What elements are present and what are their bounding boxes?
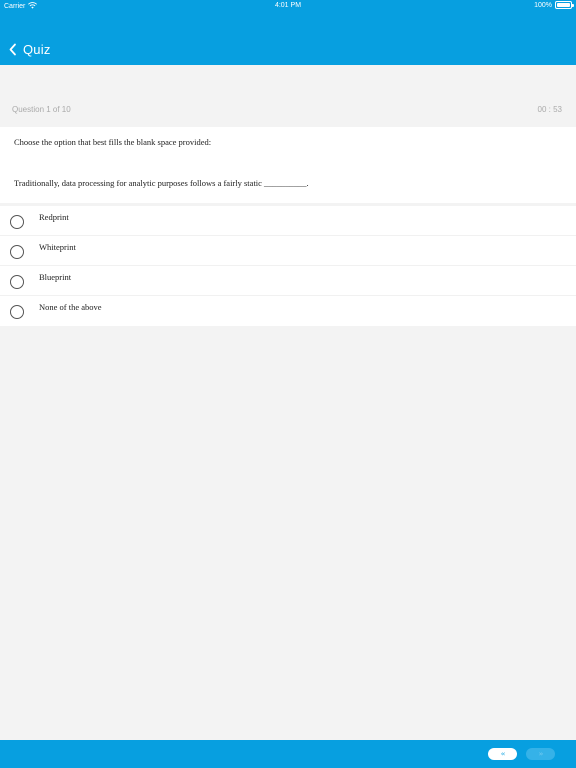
question-text: Traditionally, data processing for analy…	[14, 178, 309, 188]
answer-option[interactable]: Blueprint	[0, 266, 576, 296]
next-question-button[interactable]: ››	[526, 748, 555, 760]
answer-option[interactable]: None of the above	[0, 296, 576, 326]
quiz-timer: 00 : 53	[537, 105, 562, 114]
answer-option-label: Redprint	[39, 212, 69, 222]
radio-button[interactable]	[10, 275, 24, 289]
battery-percent: 100%	[534, 1, 552, 9]
question-progress: Question 1 of 10	[12, 105, 71, 114]
status-time: 4:01 PM	[274, 2, 302, 9]
answer-options: Redprint Whiteprint Blueprint None of th…	[0, 206, 576, 326]
page-title: Quiz	[23, 42, 51, 57]
radio-button[interactable]	[10, 305, 24, 319]
answer-option[interactable]: Whiteprint	[0, 236, 576, 266]
status-right: 100%	[534, 1, 574, 9]
answer-option-label: Blueprint	[39, 272, 72, 282]
quiz-meta-row: Question 1 of 10 00 : 53	[0, 100, 576, 120]
question-instruction: Choose the option that best fills the bl…	[14, 137, 212, 147]
battery-fill	[557, 3, 570, 7]
status-bar: Carrier 4:01 PM 100%	[0, 0, 576, 13]
previous-question-button[interactable]: ‹‹	[488, 748, 517, 760]
radio-button[interactable]	[10, 215, 24, 229]
answer-option-label: Whiteprint	[39, 242, 76, 252]
bottom-bar: ‹‹ ››	[0, 740, 576, 768]
battery-icon	[555, 1, 574, 9]
answer-option[interactable]: Redprint	[0, 206, 576, 236]
back-button[interactable]: Quiz	[8, 42, 51, 57]
radio-button[interactable]	[10, 245, 24, 259]
top-bar: Carrier 4:01 PM 100% Quiz	[0, 0, 576, 65]
answer-option-label: None of the above	[39, 302, 102, 312]
question-card: Choose the option that best fills the bl…	[0, 127, 576, 203]
chevron-left-icon	[8, 43, 17, 56]
